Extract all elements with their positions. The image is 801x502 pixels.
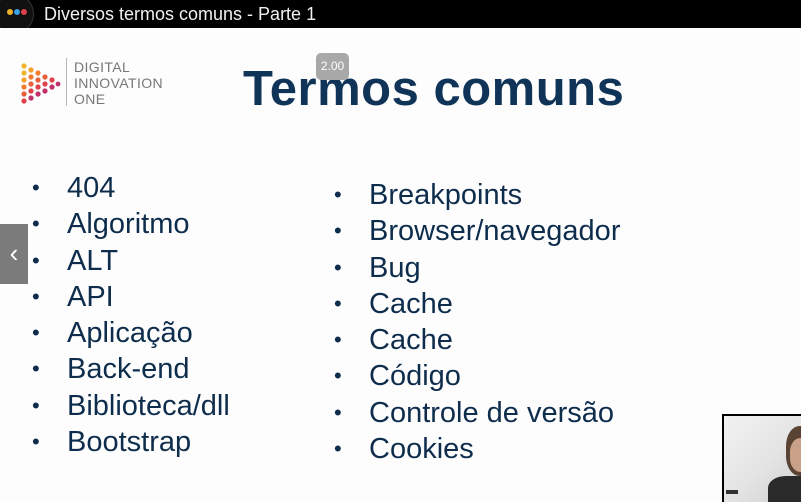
avatar-dot xyxy=(14,9,20,15)
list-item: • API xyxy=(32,279,230,315)
list-item: • Cache xyxy=(334,322,620,358)
list-item: • Cookies xyxy=(334,431,620,467)
terms-list-right: • Breakpoints • Browser/navegador • Bug • Ca… xyxy=(334,177,620,467)
list-item: • Bootstrap xyxy=(32,424,230,460)
list-item: • Biblioteca/dll xyxy=(32,388,230,424)
video-title-bar: Diversos termos comuns - Parte 1 xyxy=(0,0,801,34)
bullet-icon: • xyxy=(334,182,342,207)
term-label: Cookies xyxy=(369,433,474,466)
bullet-icon: • xyxy=(334,399,342,425)
term-label: Cache xyxy=(369,324,453,357)
brand-name: DIGITAL INNOVATION ONE xyxy=(74,59,163,107)
term-label: Aplicação xyxy=(67,317,193,350)
term-label: Cache xyxy=(369,287,453,320)
presenter-shirt xyxy=(768,476,801,502)
bullet-icon: • xyxy=(334,254,342,280)
playback-speed-badge[interactable]: 2.00 xyxy=(316,53,349,80)
presenter-face xyxy=(790,438,801,472)
list-item: • Cache xyxy=(334,286,620,322)
video-title[interactable]: Diversos termos comuns - Parte 1 xyxy=(44,4,316,24)
term-label: Biblioteca/dll xyxy=(67,389,230,422)
list-item: • Controle de versão xyxy=(334,395,620,431)
bullet-icon: • xyxy=(334,363,342,389)
list-item: • Aplicação xyxy=(32,315,230,351)
term-label: Bootstrap xyxy=(67,426,192,459)
list-item: • Browser/navegador xyxy=(334,213,620,249)
brand-line: DIGITAL xyxy=(74,59,131,75)
term-label: Algoritmo xyxy=(67,208,190,241)
avatar-dot xyxy=(21,9,27,15)
term-label: 404 xyxy=(67,172,116,204)
term-label: Controle de versão xyxy=(369,396,615,429)
term-label: API xyxy=(67,280,114,313)
previous-slide-button[interactable]: ‹ xyxy=(0,224,28,284)
microphone-icon xyxy=(726,490,738,494)
list-item: • Bug xyxy=(334,250,620,286)
bullet-icon: • xyxy=(32,320,40,346)
bullet-icon: • xyxy=(32,211,40,237)
brand-line: INNOVATION xyxy=(74,75,164,91)
bullet-icon: • xyxy=(32,247,40,273)
bullet-icon: • xyxy=(334,290,342,316)
term-label: Código xyxy=(369,360,461,393)
term-label: Bug xyxy=(369,251,421,284)
term-label: ALT xyxy=(67,244,119,277)
list-item: • Breakpoints xyxy=(334,177,620,213)
term-label: Browser/navegador xyxy=(369,215,621,248)
logo-divider xyxy=(66,58,67,106)
bullet-icon: • xyxy=(32,283,40,309)
chevron-left-icon: ‹ xyxy=(9,238,19,268)
term-label: Breakpoints xyxy=(369,179,523,211)
bullet-icon: • xyxy=(32,175,40,200)
list-item: • Código xyxy=(334,358,620,394)
term-label: Back-end xyxy=(67,353,190,386)
avatar-dot xyxy=(7,9,13,15)
presenter-webcam xyxy=(722,414,801,502)
list-item: • ALT xyxy=(32,243,230,279)
list-item: • Algoritmo xyxy=(32,206,230,242)
bullet-icon: • xyxy=(334,436,342,462)
terms-list-left: • 404 • Algoritmo • ALT • API • Aplicação • Ba… xyxy=(32,170,230,460)
list-item: • Back-end xyxy=(32,351,230,387)
bullet-icon: • xyxy=(334,218,342,244)
slide-title: Termos comuns xyxy=(243,62,625,116)
list-item: • 404 xyxy=(32,170,230,206)
bullet-icon: • xyxy=(334,327,342,353)
bullet-icon: • xyxy=(32,429,40,455)
bullet-icon: • xyxy=(32,356,40,382)
bullet-icon: • xyxy=(32,392,40,418)
brand-line: ONE xyxy=(74,91,106,107)
dio-logo-icon xyxy=(21,63,61,104)
